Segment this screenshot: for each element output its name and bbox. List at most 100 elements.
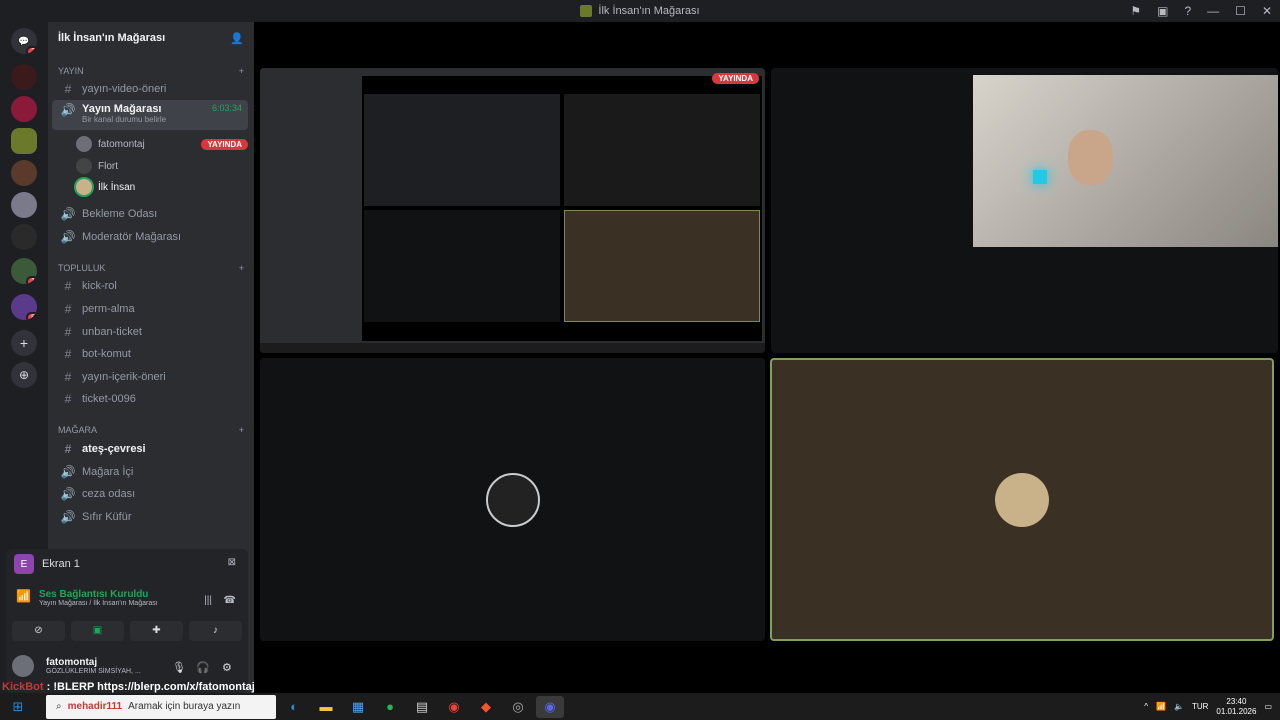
folder-icon[interactable]: ▬ [312,696,340,718]
channel-unban[interactable]: # unban-ticket [52,321,248,343]
category-topluluk[interactable]: TOPLULUK + [58,263,244,273]
channel-bekleme[interactable]: 🔊 Bekleme Odası [52,203,248,225]
nested-tile [364,210,560,322]
nested-screen [364,94,560,206]
help-icon[interactable]: ? [1184,4,1191,18]
add-channel-icon[interactable]: + [239,263,244,273]
screen-share-row[interactable]: E Ekran 1 [14,554,80,574]
screen-icon[interactable]: ▣ [1157,4,1168,18]
server-4[interactable] [11,160,37,186]
server-1[interactable] [11,64,37,90]
spotify-icon[interactable]: ● [376,696,404,718]
channel-bot-komut[interactable]: # bot-komut [52,343,248,365]
voice-user-name: fatomontaj [98,138,145,150]
voice-controls: ⊘ ▣ ✚ ♪ [12,621,242,641]
add-channel-icon[interactable]: + [239,425,244,435]
voice-icon: 🔊 [60,465,76,479]
nested-sidebar [260,68,360,353]
clock[interactable]: 23:40 01.01.2026 [1216,697,1256,717]
channel-yayin-video[interactable]: # yayın-video-öneri [52,78,248,100]
channel-sifir[interactable]: 🔊 Sıfır Küfür [52,506,248,528]
signal-icon: 📶 [16,589,31,603]
close-button[interactable]: ✕ [1262,4,1272,18]
volume-icon[interactable]: 🔈 [1174,702,1184,711]
server-6[interactable] [11,224,37,250]
mic-icon[interactable]: 🎙 [172,661,186,674]
stream-area: YAYINDA [254,22,1280,693]
language-indicator[interactable]: TUR [1192,702,1208,711]
server-header[interactable]: İlk İnsan'ın Mağarası 👤 [48,22,254,54]
category-label: MAĞARA [58,425,98,435]
connection-label[interactable]: Ses Bağlantısı Kuruldu [39,589,158,600]
start-icon[interactable]: ⊞ [4,696,32,718]
voice-user[interactable]: fatomontaj YAYINDA [76,134,248,154]
calculator-icon[interactable]: ▤ [408,696,436,718]
voice-tile[interactable] [260,358,765,641]
discover-icon[interactable]: ⊕ [11,362,37,388]
category-yayin[interactable]: YAYIN + [58,66,244,76]
screen-avatar: E [14,554,34,574]
channel-yayin-magarasi[interactable]: 🔊 Yayın Mağarası 6:03:34 Bir kanal durumu… [52,100,248,130]
overlay-user: mehadir111 [67,701,123,712]
channel-label: yayın-içerik-öneri [82,371,166,383]
server-7[interactable]: 1 [11,258,37,284]
voice-user[interactable]: İlk İnsan [76,177,248,197]
nested-tile [564,94,760,206]
camera-tile[interactable] [771,68,1278,353]
noise-icon[interactable]: ||| [204,595,212,606]
chevron-up-icon[interactable]: ^ [1144,702,1148,711]
disconnect-icon[interactable]: ☎ [224,595,236,606]
discord-icon[interactable]: ◉ [536,695,564,718]
voice-user[interactable]: Flort [76,156,248,176]
user-info[interactable]: fatomontaj GÖZLÜKLERİM SİMSİYAH, ... [12,655,141,677]
server-5[interactable] [11,192,37,218]
channel-kick-rol[interactable]: # kick-rol [52,275,248,297]
home-button[interactable]: 💬 2 [11,28,37,54]
screen-share-tile[interactable]: YAYINDA [260,68,765,353]
network-icon[interactable]: 📶 [1156,702,1166,711]
hash-icon: # [64,302,72,316]
channel-yayin-icerik[interactable]: # yayın-içerik-öneri [52,366,248,388]
search-input[interactable]: ⌕ mehadir111 Aramak için buraya yazın [46,694,276,719]
channel-ticket[interactable]: # ticket-0096 [52,388,248,410]
taskbar: ⊞ ⌕ mehadir111 Aramak için buraya yazın … [0,693,1280,720]
user-name: fatomontaj [46,657,98,668]
screen-share-button[interactable]: ▣ [71,621,124,641]
channel-status[interactable]: Bir kanal durumu belirle [82,115,248,124]
channel-ceza[interactable]: 🔊 ceza odası [52,483,248,505]
obs-icon[interactable]: ◎ [504,696,532,718]
server-name: İlk İnsan'ın Mağarası [58,32,166,44]
camera-button[interactable]: ⊘ [12,621,65,641]
close-screen-icon[interactable]: ⊠ [228,557,236,568]
settings-icon[interactable]: ⚙ [222,661,232,674]
brave-icon[interactable]: ◆ [472,696,500,718]
speaking-tile[interactable] [770,358,1274,641]
chrome-icon[interactable]: ◉ [440,696,468,718]
server-8[interactable]: 8 [11,294,37,320]
channel-label: unban-ticket [82,326,142,338]
channel-magara-ici[interactable]: 🔊 Mağara İçi [52,461,248,483]
avatar [76,136,92,152]
inbox-icon[interactable]: ⚑ [1130,4,1141,18]
channel-perm-alma[interactable]: # perm-alma [52,298,248,320]
headphones-icon[interactable]: 🎧 [196,661,210,674]
add-member-icon[interactable]: 👤 [230,32,244,45]
activities-button[interactable]: ✚ [130,621,183,641]
store-icon[interactable]: ▦ [344,696,372,718]
edge-icon[interactable]: ◐ [280,696,308,718]
add-server-icon[interactable]: + [11,330,37,356]
channel-moderator[interactable]: 🔊 Moderatör Mağarası [52,226,248,248]
channel-ates[interactable]: # ateş-çevresi [52,438,248,460]
server-active[interactable] [11,128,37,154]
soundboard-button[interactable]: ♪ [189,621,242,641]
add-channel-icon[interactable]: + [239,66,244,76]
search-placeholder: Aramak için buraya yazın [128,701,241,712]
minimize-button[interactable]: — [1207,4,1219,18]
notification-icon[interactable]: ▭ [1264,702,1272,711]
maximize-button[interactable]: ☐ [1235,4,1246,18]
server-2[interactable] [11,96,37,122]
category-label: YAYIN [58,66,84,76]
server-badge: 8 [26,312,37,320]
hash-icon: # [64,325,72,339]
category-magara[interactable]: MAĞARA + [58,425,244,435]
